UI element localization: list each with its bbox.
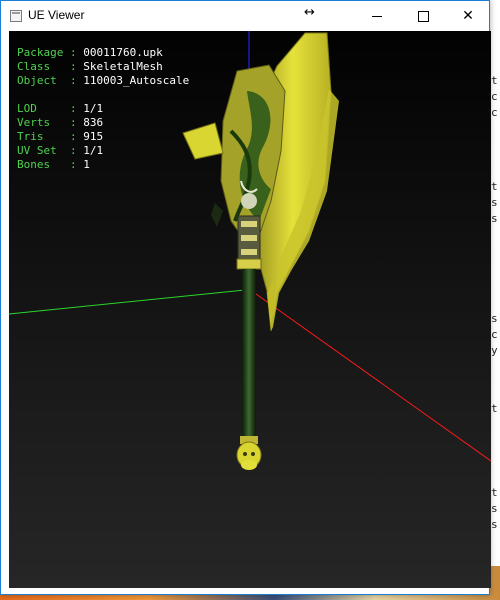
ue-viewer-window: UE Viewer ↔ ✕ Package: 00011760.upk Cla…	[0, 0, 491, 595]
verts-value: 836	[83, 116, 104, 129]
tris-value: 915	[83, 130, 104, 143]
maximize-button[interactable]	[400, 1, 446, 31]
info-row-verts: Verts : 836	[17, 116, 104, 129]
class-value: SkeletalMesh	[83, 60, 163, 73]
info-row-object: Object : 110003_Autoscale	[17, 74, 190, 87]
mesh-info-panel: Package : 00011760.upk Class : SkeletalM…	[17, 46, 189, 172]
background-console-right: t c c t s s s c y t t s s	[490, 0, 500, 600]
3d-viewport[interactable]: Package : 00011760.upk Class : SkeletalM…	[9, 31, 491, 588]
info-row-lod: LOD : 1/1	[17, 102, 104, 115]
minimize-button[interactable]	[354, 1, 400, 31]
window-title: UE Viewer	[28, 8, 85, 22]
resize-cursor-icon: ↔	[304, 5, 315, 20]
lod-value: 1/1	[83, 102, 104, 115]
close-button[interactable]: ✕	[445, 1, 491, 31]
object-value: 110003_Autoscale	[83, 74, 190, 87]
minimize-icon	[372, 15, 382, 17]
maximize-icon	[417, 10, 429, 22]
axe-handle	[236, 215, 262, 470]
app-window-icon	[10, 10, 22, 22]
axis-y	[9, 289, 246, 315]
uvset-value: 1/1	[83, 144, 104, 157]
info-row-uvset: UV Set : 1/1	[17, 144, 104, 157]
axis-x	[248, 288, 491, 462]
bones-value: 1	[83, 158, 90, 171]
info-row-class: Class : SkeletalMesh	[17, 60, 163, 73]
info-row-package: Package : 00011760.upk	[17, 46, 163, 59]
info-row-tris: Tris : 915	[17, 130, 104, 143]
close-icon: ✕	[462, 8, 474, 24]
title-bar[interactable]: UE Viewer ↔ ✕	[1, 1, 489, 31]
package-value: 00011760.upk	[83, 46, 163, 59]
info-row-bones: Bones : 1	[17, 158, 90, 171]
